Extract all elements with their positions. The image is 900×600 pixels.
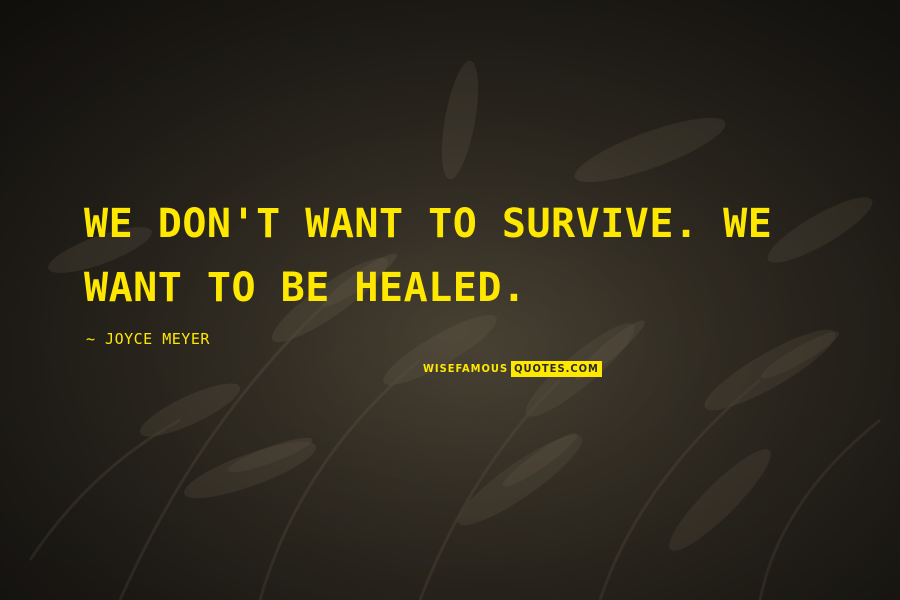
watermark-part-2: QUOTES.COM — [511, 361, 602, 377]
quote-text: WE DON'T WANT TO SURVIVE. WE WANT TO BE … — [84, 201, 773, 311]
quote-image: WE DON'T WANT TO SURVIVE. WE WANT TO BE … — [0, 0, 900, 600]
quote-author: ~ JOYCE MEYER — [86, 330, 210, 348]
site-watermark: WISEFAMOUS QUOTES.COM — [421, 361, 602, 377]
watermark-part-1: WISEFAMOUS — [423, 362, 509, 375]
